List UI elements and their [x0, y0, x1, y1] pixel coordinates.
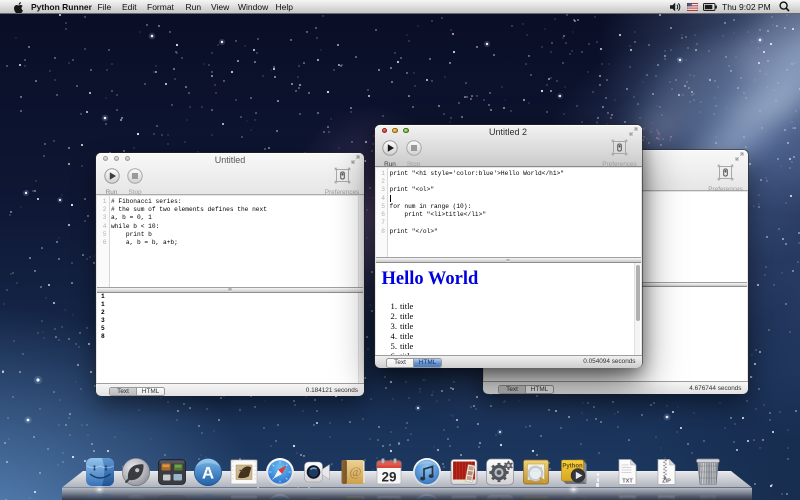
svg-text:TXT: TXT — [622, 496, 633, 500]
svg-text:ZIP: ZIP — [662, 496, 671, 500]
svg-text:TXT: TXT — [622, 478, 633, 484]
svg-text:@: @ — [349, 464, 361, 479]
svg-text:29: 29 — [381, 469, 396, 484]
svg-text:29: 29 — [381, 496, 396, 500]
svg-text:ZIP: ZIP — [662, 478, 671, 484]
svg-text:A: A — [201, 463, 213, 482]
